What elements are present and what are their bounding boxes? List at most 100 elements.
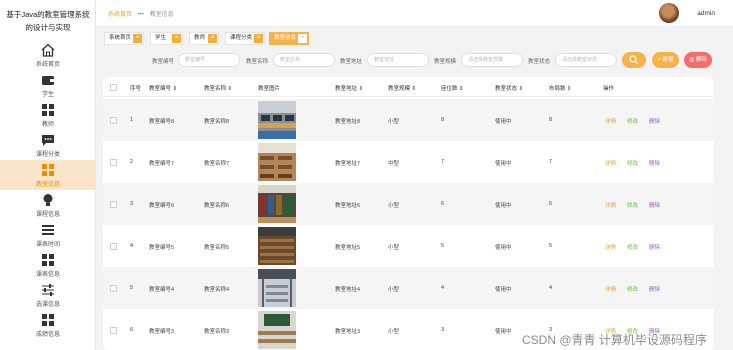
search-input-code[interactable]: 教室编号: [178, 53, 240, 67]
row-delete-button[interactable]: 删除: [649, 243, 660, 251]
classroom-photo[interactable]: [258, 269, 296, 307]
tag-students[interactable]: 学生 ×: [150, 32, 183, 45]
header-label: 教室状态: [495, 86, 518, 92]
view-button[interactable]: 详情: [605, 117, 616, 125]
search-label-code: 教室编号: [152, 59, 175, 65]
sidebar-item-grades[interactable]: 成绩信息: [0, 310, 96, 340]
tag-course-category[interactable]: 课程分类 ×: [225, 32, 265, 45]
header-layout[interactable]: 布局数 ⇕: [549, 84, 572, 92]
cell-address: 教室地址6: [335, 203, 361, 209]
tag-home[interactable]: 系统首页 ×: [104, 32, 144, 45]
sidebar-item-schedule-info[interactable]: 课表信息: [0, 250, 96, 280]
header-status[interactable]: 教室状态 ⇕: [495, 84, 523, 92]
edit-button[interactable]: 修改: [627, 201, 638, 209]
edit-button[interactable]: 修改: [627, 285, 638, 293]
search-select-size[interactable]: 请选择教室规模: [461, 53, 523, 67]
sort-icon[interactable]: ⇕: [567, 86, 572, 92]
classroom-photo[interactable]: [258, 311, 296, 349]
add-button[interactable]: + 新增: [652, 52, 679, 68]
close-icon[interactable]: ×: [298, 34, 307, 43]
row-delete-button[interactable]: 删除: [649, 159, 660, 167]
cell-status: 使用中: [495, 119, 512, 125]
classroom-photo[interactable]: [258, 101, 296, 139]
close-icon[interactable]: ×: [172, 34, 181, 43]
top-header: 系统首页 ••• 教室信息 admin: [96, 0, 733, 27]
sidebar-item-schedule-time[interactable]: 课表时间: [0, 220, 96, 250]
header-code[interactable]: 教室编号 ⇕: [149, 84, 177, 92]
cell-seats: 8: [441, 117, 445, 123]
row-checkbox[interactable]: [110, 117, 117, 124]
header-name[interactable]: 教室名称 ⇕: [204, 84, 232, 92]
header-label: 布局数: [549, 86, 566, 92]
close-icon[interactable]: ×: [133, 34, 142, 43]
header-index: 序号: [130, 86, 142, 92]
search-button[interactable]: [622, 52, 646, 68]
classroom-photo[interactable]: [258, 143, 296, 181]
search-select-status[interactable]: 请选择教室状态: [555, 53, 617, 67]
sort-icon[interactable]: ⇕: [412, 86, 417, 92]
row-checkbox[interactable]: [110, 159, 117, 166]
view-button[interactable]: 详情: [605, 201, 616, 209]
search-input-name[interactable]: 教室名称: [273, 53, 335, 67]
sidebar-item-classroom[interactable]: 教室信息: [0, 160, 96, 190]
header-size[interactable]: 教室规模 ⇕: [388, 84, 416, 92]
header-address[interactable]: 教室地址 ⇕: [335, 84, 363, 92]
edit-button[interactable]: 修改: [627, 243, 638, 251]
table-row: 4 教室编号5 教室名称5 教室地址5 小型 5 使用中 5 详情 修改 删除: [103, 225, 714, 267]
close-icon[interactable]: ×: [254, 34, 263, 43]
delete-button[interactable]: ▥ 删除: [684, 52, 712, 68]
view-button[interactable]: 详情: [605, 285, 616, 293]
user-menu[interactable]: admin: [645, 3, 715, 24]
select-all-checkbox[interactable]: [110, 84, 117, 91]
sidebar-item-students[interactable]: 学生: [0, 70, 96, 100]
sidebar-item-label: 选课信息: [35, 302, 60, 308]
row-checkbox[interactable]: [110, 201, 117, 208]
sidebar-item-course-info[interactable]: 课程信息: [0, 190, 96, 220]
edit-button[interactable]: 修改: [627, 117, 638, 125]
avatar[interactable]: [659, 3, 679, 23]
sidebar-item-course-category[interactable]: 课程分类: [0, 130, 96, 160]
sort-icon[interactable]: ⇕: [228, 86, 233, 92]
sort-icon[interactable]: ⇕: [173, 86, 178, 92]
sidebar-item-label: 课程信息: [35, 212, 60, 218]
delete-button-label: 删除: [695, 57, 707, 63]
row-delete-button[interactable]: 删除: [649, 285, 660, 293]
cell-index: 3: [130, 201, 134, 207]
cell-seats: 4: [441, 285, 445, 291]
sort-icon[interactable]: ⇕: [359, 86, 364, 92]
list-icon: [42, 225, 54, 235]
cell-code: 教室编号3: [149, 329, 175, 335]
row-delete-button[interactable]: 删除: [649, 117, 660, 125]
row-checkbox[interactable]: [110, 285, 117, 292]
row-delete-button[interactable]: 删除: [649, 201, 660, 209]
cell-layout: 8: [549, 117, 553, 123]
cell-size: 小型: [388, 119, 400, 125]
sidebar-item-label: 课表信息: [35, 272, 60, 278]
row-checkbox[interactable]: [110, 327, 117, 334]
search-icon: [629, 55, 639, 65]
sidebar-item-home[interactable]: 系统首页: [0, 40, 96, 70]
header-seats[interactable]: 座位数 ⇕: [441, 84, 464, 92]
username[interactable]: admin: [697, 10, 715, 17]
breadcrumb-home[interactable]: 系统首页: [108, 12, 132, 18]
view-button[interactable]: 详情: [605, 159, 616, 167]
search-label-name: 教室名称: [246, 59, 269, 65]
sort-icon[interactable]: ⇕: [519, 86, 524, 92]
tag-teachers[interactable]: 教师 ×: [189, 32, 219, 45]
edit-button[interactable]: 修改: [627, 159, 638, 167]
sort-icon[interactable]: ⇕: [459, 86, 464, 92]
classroom-photo[interactable]: [258, 227, 296, 265]
wallet-icon: [42, 76, 54, 85]
sidebar-item-course-selection[interactable]: 选课信息: [0, 280, 96, 310]
tag-classroom[interactable]: 教室信息 ×: [269, 32, 309, 45]
tag-label: 教室信息: [274, 35, 297, 41]
close-icon[interactable]: ×: [208, 34, 217, 43]
classroom-photo[interactable]: [258, 185, 296, 223]
cell-name: 教室名称7: [204, 161, 230, 167]
cell-index: 5: [130, 285, 134, 291]
sliders-icon: [42, 284, 54, 296]
search-input-address[interactable]: 教室地址: [367, 53, 429, 67]
view-button[interactable]: 详情: [605, 243, 616, 251]
row-checkbox[interactable]: [110, 243, 117, 250]
sidebar-item-teachers[interactable]: 教师: [0, 100, 96, 130]
